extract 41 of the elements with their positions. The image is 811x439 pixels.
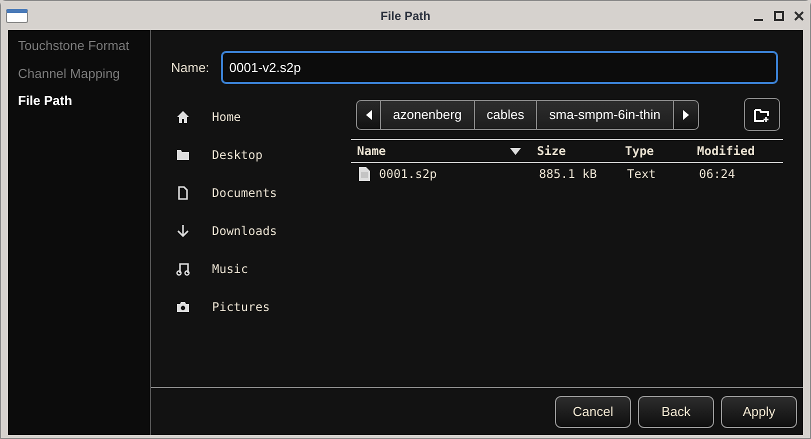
table-cell-text: 0001.s2p bbox=[379, 166, 437, 183]
home-icon bbox=[176, 110, 190, 124]
table-cell-text: 06:24 bbox=[699, 166, 736, 183]
new-folder-button[interactable] bbox=[744, 98, 780, 131]
maximize-icon[interactable] bbox=[774, 10, 784, 20]
path-segment[interactable]: azonenberg bbox=[381, 100, 475, 128]
table-cell-text: 885.1 kB bbox=[539, 166, 597, 183]
caret-right-icon bbox=[682, 110, 688, 120]
table-cell-text: Text bbox=[627, 166, 656, 183]
place-item[interactable]: Music bbox=[212, 260, 248, 278]
file-icon bbox=[359, 167, 370, 181]
column-header[interactable]: Modified bbox=[697, 142, 755, 160]
name-label: Name: bbox=[171, 58, 210, 77]
column-header[interactable]: Name bbox=[357, 142, 386, 160]
step-item[interactable]: Touchstone Format bbox=[18, 36, 130, 56]
close-icon[interactable] bbox=[794, 10, 804, 20]
dialog-button[interactable]: Apply bbox=[721, 396, 797, 428]
dialog-button[interactable]: Back bbox=[638, 396, 714, 428]
name-field[interactable]: 0001-v2.s2p bbox=[221, 51, 778, 84]
document-icon bbox=[176, 186, 190, 200]
window-title: File Path bbox=[380, 8, 430, 24]
down-arrow-icon bbox=[176, 224, 190, 238]
place-item[interactable]: Downloads bbox=[212, 222, 278, 240]
place-item[interactable]: Desktop bbox=[212, 146, 263, 164]
column-header[interactable]: Type bbox=[625, 142, 654, 160]
step-item[interactable]: File Path bbox=[18, 91, 72, 110]
window-icon bbox=[6, 8, 28, 22]
music-icon bbox=[176, 262, 190, 276]
path-segment[interactable]: cables bbox=[474, 100, 538, 128]
path-segment[interactable]: sma-smpm-6in-thin bbox=[537, 100, 674, 128]
folder-icon bbox=[176, 148, 190, 162]
dialog-button[interactable]: Cancel bbox=[555, 396, 631, 428]
place-item[interactable]: Pictures bbox=[212, 298, 270, 316]
caret-left-icon bbox=[366, 110, 372, 120]
camera-icon bbox=[176, 300, 190, 314]
new-folder-icon bbox=[754, 108, 770, 122]
column-header[interactable]: Size bbox=[537, 142, 566, 160]
place-item[interactable]: Home bbox=[212, 108, 241, 126]
place-item[interactable]: Documents bbox=[212, 184, 278, 202]
step-item[interactable]: Channel Mapping bbox=[18, 64, 120, 83]
sort-caret-icon bbox=[510, 148, 521, 154]
